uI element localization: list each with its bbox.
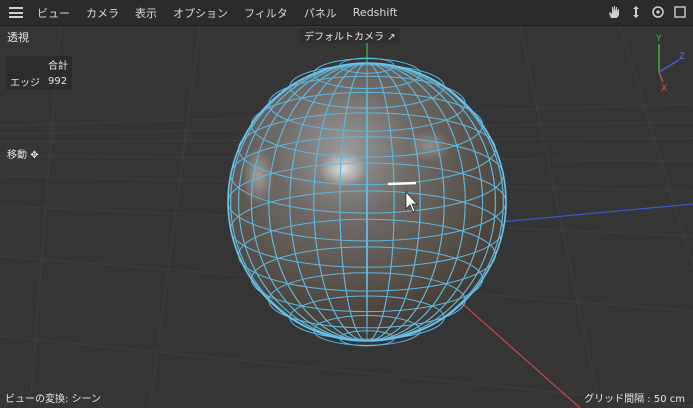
view-transform-label: ビューの変換: シーン <box>5 394 102 405</box>
view-name-label[interactable]: 透視 <box>7 29 29 45</box>
pan-hand-icon[interactable] <box>605 3 623 21</box>
axis-z-label: Z <box>679 52 685 62</box>
menu-camera[interactable]: カメラ <box>78 5 127 21</box>
hamburger-menu-icon[interactable] <box>9 7 23 18</box>
menu-options[interactable]: オプション <box>165 5 236 21</box>
axis-orientation-gizmo: Y Z X <box>655 34 685 92</box>
axis-z-line <box>499 203 693 223</box>
viewport-menubar: ビュー カメラ 表示 オプション フィルタ パネル Redshift <box>0 0 693 26</box>
stats-panel: 合計 エッジ 992 <box>6 56 72 90</box>
move-crosshair-icon: ✥ <box>30 150 39 161</box>
selected-edge <box>387 181 417 186</box>
viewport-scene <box>0 26 693 408</box>
axis-x-label: X <box>661 84 667 92</box>
wire-meridian <box>366 62 368 342</box>
edge-count-label: エッジ <box>6 73 44 90</box>
cinema4d-viewport-window: ビュー カメラ 表示 オプション フィルタ パネル Redshift 透視 デフ… <box>0 0 693 408</box>
menu-display[interactable]: 表示 <box>127 5 165 21</box>
axis-y-label: Y <box>655 34 662 44</box>
maximize-view-icon[interactable] <box>671 3 689 21</box>
3d-viewport[interactable]: 透視 デフォルトカメラ ↗ 合計 エッジ 992 移動 ✥ Y Z X ビューの変… <box>0 26 693 408</box>
edge-count-value: 992 <box>44 73 72 90</box>
tool-indicator: 移動 ✥ <box>7 146 39 161</box>
menu-redshift[interactable]: Redshift <box>345 6 406 19</box>
move-view-icon[interactable] <box>627 3 645 21</box>
camera-link-icon[interactable]: ↗ <box>387 32 395 43</box>
sphere-wireframe <box>227 57 507 347</box>
menu-filter[interactable]: フィルタ <box>236 5 296 21</box>
stats-header: 合計 <box>44 56 72 73</box>
menu-view[interactable]: ビュー <box>29 5 78 21</box>
tool-label: 移動 <box>7 150 27 161</box>
camera-label[interactable]: デフォルトカメラ ↗ <box>300 28 400 43</box>
camera-name: デフォルトカメラ <box>304 32 384 43</box>
grid-spacing-label: グリッド間隔 : 50 cm <box>584 394 685 405</box>
rotate-view-icon[interactable] <box>649 3 667 21</box>
menu-panel[interactable]: パネル <box>296 5 345 21</box>
